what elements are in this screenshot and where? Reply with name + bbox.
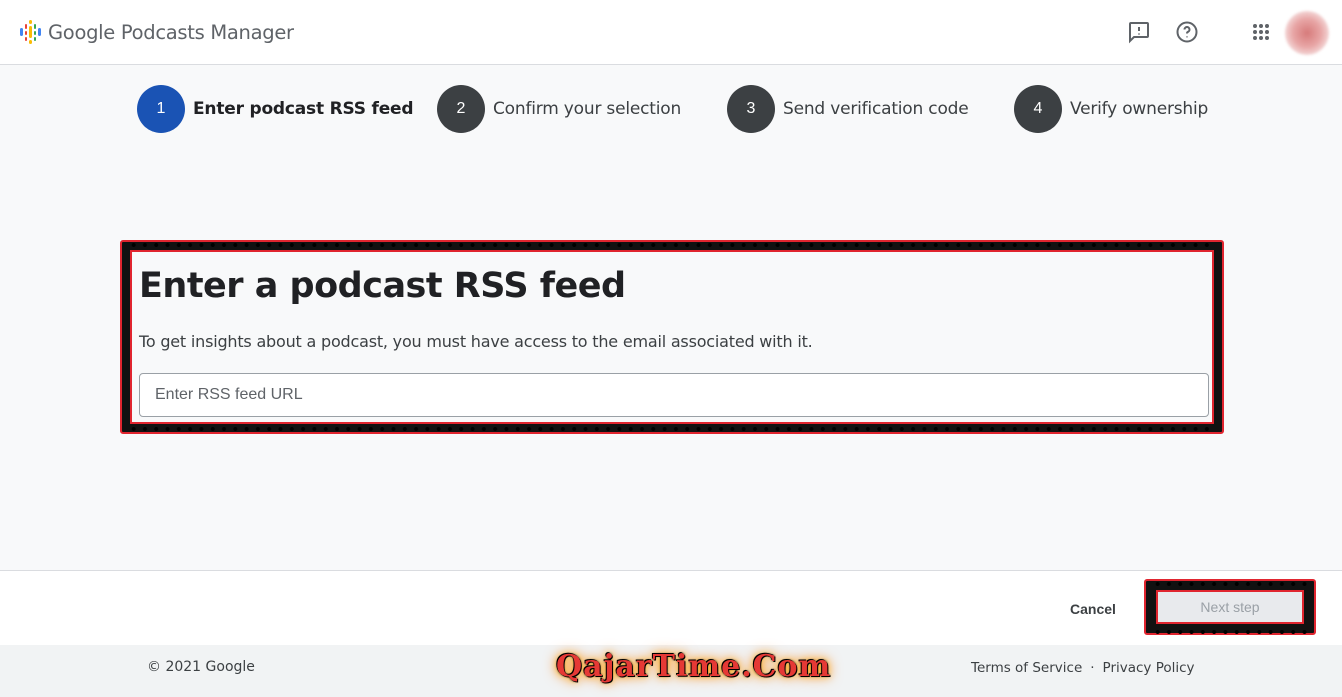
app-title: Google Podcasts Manager xyxy=(48,20,294,44)
top-app-bar: Google Podcasts Manager xyxy=(0,0,1342,65)
marker-dots-bottom xyxy=(1152,629,1308,635)
step-label: Enter podcast RSS feed xyxy=(193,99,414,119)
account-avatar[interactable] xyxy=(1285,11,1329,55)
next-step-highlight: Next step xyxy=(1144,579,1316,635)
rss-feed-card: Enter a podcast RSS feed To get insights… xyxy=(120,240,1224,434)
step-number: 3 xyxy=(727,85,775,133)
marker-dots-top xyxy=(1152,581,1308,587)
step-4: 4 Verify ownership xyxy=(1014,85,1208,133)
terms-of-service-link[interactable]: Terms of Service xyxy=(971,660,1082,676)
step-1: 1 Enter podcast RSS feed xyxy=(137,85,414,133)
step-number: 4 xyxy=(1014,85,1062,133)
privacy-policy-link[interactable]: Privacy Policy xyxy=(1103,660,1195,676)
step-2: 2 Confirm your selection xyxy=(437,85,681,133)
page-description: To get insights about a podcast, you mus… xyxy=(139,332,813,351)
page-title: Enter a podcast RSS feed xyxy=(139,266,626,306)
marker-dots-bottom xyxy=(128,426,1216,432)
action-bar: Cancel Next step xyxy=(0,570,1342,645)
site-footer: © 2021 Google QajarTime.Com Terms of Ser… xyxy=(0,645,1342,697)
step-number: 2 xyxy=(437,85,485,133)
cancel-button[interactable]: Cancel xyxy=(1056,593,1130,625)
setup-stepper: 1 Enter podcast RSS feed 2 Confirm your … xyxy=(0,85,1342,133)
rss-feed-url-input[interactable] xyxy=(139,373,1209,417)
marker-dots-top xyxy=(128,242,1216,248)
step-label: Send verification code xyxy=(783,99,969,119)
footer-links: Terms of Service · Privacy Policy xyxy=(971,660,1195,676)
step-label: Confirm your selection xyxy=(493,99,682,119)
podcasts-logo-icon xyxy=(20,20,42,44)
feedback-icon[interactable] xyxy=(1126,19,1152,45)
next-step-button[interactable]: Next step xyxy=(1156,590,1304,624)
step-number: 1 xyxy=(137,85,185,133)
help-icon[interactable] xyxy=(1174,19,1200,45)
rss-feed-form: Enter a podcast RSS feed To get insights… xyxy=(130,250,1214,424)
app-logo[interactable]: Google Podcasts Manager xyxy=(20,20,294,44)
apps-grid-icon[interactable] xyxy=(1248,19,1274,45)
copyright-text: © 2021 Google xyxy=(147,659,255,675)
link-separator: · xyxy=(1090,660,1095,676)
step-3: 3 Send verification code xyxy=(727,85,969,133)
watermark-logo: QajarTime.Com xyxy=(556,649,832,684)
step-label: Verify ownership xyxy=(1070,99,1209,119)
